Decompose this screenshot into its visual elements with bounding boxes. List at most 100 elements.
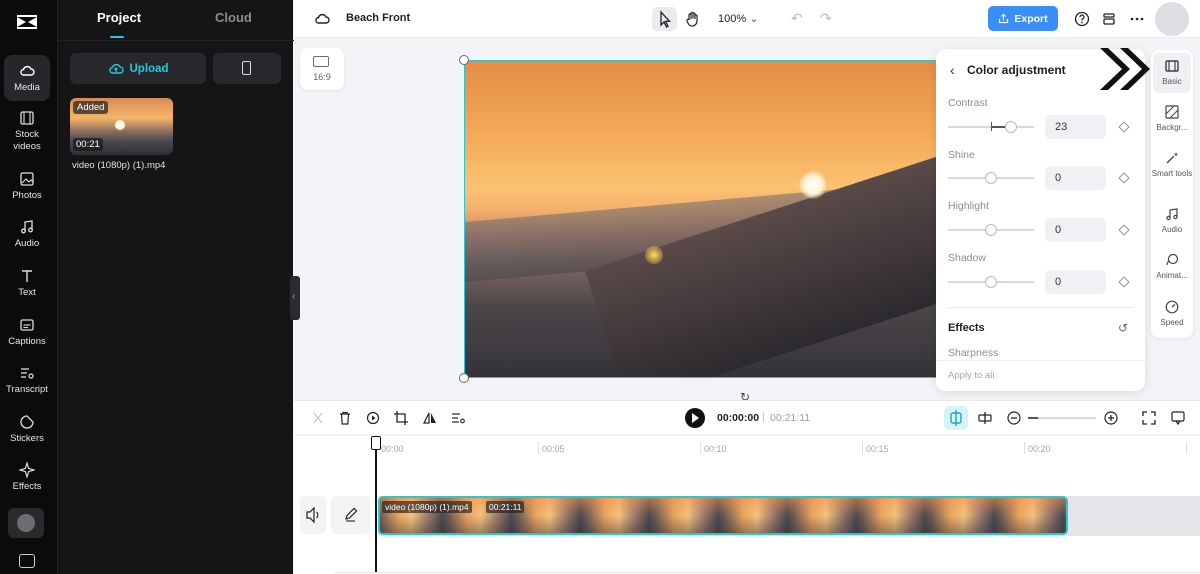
clip-filmstrip (380, 498, 1066, 533)
rail-item-text[interactable]: Text (4, 268, 50, 299)
rail-item-stock-videos[interactable]: Stock videos (4, 110, 50, 153)
chevron-down-icon: ⌄ (749, 13, 759, 25)
video-clip[interactable]: video (1080p) (1).mp4 00:21:11 (378, 496, 1068, 535)
cover-edit-button[interactable] (331, 496, 370, 534)
sidebar-item-smart-tools[interactable]: Smart tools (1151, 151, 1193, 178)
split-icon[interactable] (310, 410, 326, 426)
sidebar-item-basic[interactable]: Basic (1153, 53, 1191, 93)
mirror-icon[interactable] (422, 410, 438, 426)
rail-label-text: Text (18, 287, 36, 298)
divider (334, 572, 1200, 573)
time-ruler-tick: 00:20 (1028, 444, 1051, 454)
timeline-zoom-slider[interactable] (1028, 417, 1096, 419)
crop-icon[interactable] (393, 410, 409, 426)
shine-slider-knob[interactable] (985, 172, 997, 184)
keyframe-diamond-icon[interactable] (1118, 172, 1130, 184)
resize-handle-top-left[interactable] (459, 55, 469, 65)
auto-snap-toggle[interactable] (944, 406, 968, 430)
rail-item-photos[interactable]: Photos (4, 171, 50, 202)
reset-icon[interactable]: ↺ (1118, 321, 1128, 335)
background-icon (1165, 105, 1179, 119)
rail-label-stickers: Stickers (10, 433, 44, 444)
keyframe-diamond-icon[interactable] (1118, 224, 1130, 236)
delete-icon[interactable] (337, 410, 353, 426)
aspect-ratio-button[interactable]: 16:9 (300, 48, 344, 90)
image-icon (20, 172, 34, 186)
keyframe-diamond-icon[interactable] (1118, 121, 1130, 133)
hand-tool-icon[interactable] (684, 10, 702, 28)
top-bar: Beach Front 100% ⌄ ↶ ↷ Export (294, 0, 1200, 38)
panel-collapse-handle[interactable]: ‹ (290, 276, 300, 320)
playhead-handle[interactable] (371, 436, 381, 450)
shadow-slider-knob[interactable] (985, 276, 997, 288)
video-preview[interactable] (464, 60, 944, 378)
highlight-slider-knob[interactable] (985, 224, 997, 236)
upload-label: Upload (129, 62, 169, 75)
ruler-line (1186, 442, 1187, 454)
zoom-out-icon[interactable] (1006, 410, 1022, 426)
play-button[interactable] (685, 408, 705, 428)
media-thumbnail[interactable]: Added 00:21 (70, 98, 173, 155)
layers-icon[interactable] (1100, 10, 1118, 28)
sidebar-label-background: Backgr... (1156, 123, 1188, 132)
contrast-value-input[interactable]: 23 (1045, 115, 1106, 139)
resize-handle-bottom-left[interactable] (459, 373, 469, 383)
cloud-upload-icon (108, 63, 124, 74)
more-options-icon[interactable] (1128, 10, 1146, 28)
zoom-in-icon[interactable] (1103, 410, 1119, 426)
zoom-value: 100% (718, 13, 747, 25)
fit-to-screen-icon[interactable] (1141, 410, 1157, 426)
rail-item-effects[interactable]: Effects (4, 462, 50, 493)
keyboard-shortcuts-icon[interactable] (19, 554, 35, 568)
rail-item-captions[interactable]: Captions (4, 317, 50, 348)
link-clips-icon[interactable] (977, 410, 993, 426)
sidebar-item-animation[interactable]: Animat... (1151, 253, 1193, 280)
music-note-icon (21, 220, 33, 234)
tab-project[interactable]: Project (97, 10, 141, 25)
replay-icon[interactable] (365, 410, 381, 426)
highlight-label: Highlight (948, 200, 989, 212)
mute-track-button[interactable] (300, 496, 326, 534)
rail-item-stickers[interactable]: Stickers (4, 414, 50, 445)
help-icon[interactable] (1073, 10, 1091, 28)
color-adjustment-panel: ‹ Color adjustment Contrast 23 Shine 0 H… (936, 49, 1145, 391)
shadow-value-input[interactable]: 0 (1045, 270, 1106, 294)
sidebar-label-speed: Speed (1160, 318, 1184, 327)
back-chevron-icon[interactable]: ‹ (950, 62, 955, 78)
zoom-dropdown[interactable]: 100% ⌄ (718, 12, 758, 25)
playhead[interactable] (375, 440, 377, 572)
highlight-value-input[interactable]: 0 (1045, 218, 1106, 242)
pencil-icon (345, 507, 358, 522)
apply-to-all-button[interactable]: Apply to all (936, 360, 1145, 391)
rail-item-transcript[interactable]: Transcript (4, 365, 50, 396)
adjust-icon[interactable] (450, 410, 466, 426)
select-tool-button[interactable] (652, 7, 677, 31)
contrast-slider-knob[interactable] (1005, 121, 1017, 133)
shine-value-input[interactable]: 0 (1045, 166, 1106, 190)
keyframe-diamond-icon[interactable] (1118, 276, 1130, 288)
sidebar-item-speed[interactable]: Speed (1151, 300, 1193, 327)
redo-icon[interactable]: ↷ (820, 10, 836, 26)
rail-expand-button[interactable] (8, 508, 44, 538)
sidebar-item-background[interactable]: Backgr... (1151, 105, 1193, 132)
undo-icon[interactable]: ↶ (791, 10, 807, 26)
sidebar-item-audio[interactable]: Audio (1151, 207, 1193, 234)
project-name[interactable]: Beach Front (346, 12, 410, 24)
export-button[interactable]: Export (988, 6, 1058, 31)
rail-item-audio[interactable]: Audio (4, 219, 50, 250)
rail-label-media: Media (14, 82, 40, 93)
music-note-icon (1166, 208, 1178, 221)
avatar[interactable] (1155, 2, 1189, 36)
upload-button[interactable]: Upload (70, 53, 206, 84)
cloud-sync-icon[interactable] (314, 11, 330, 25)
sidebar-label-audio: Audio (1161, 225, 1183, 234)
feedback-icon[interactable] (1170, 410, 1186, 426)
rail-item-media[interactable]: Media (4, 55, 50, 101)
tab-cloud[interactable]: Cloud (215, 10, 252, 25)
cursor-icon (660, 10, 671, 28)
upload-from-phone-button[interactable] (213, 53, 281, 84)
film-frame-icon (1165, 60, 1179, 72)
aspect-ratio-label: 16:9 (313, 72, 331, 82)
sidebar-label-animation: Animat... (1156, 271, 1188, 280)
duration-badge: 00:21 (73, 138, 103, 151)
